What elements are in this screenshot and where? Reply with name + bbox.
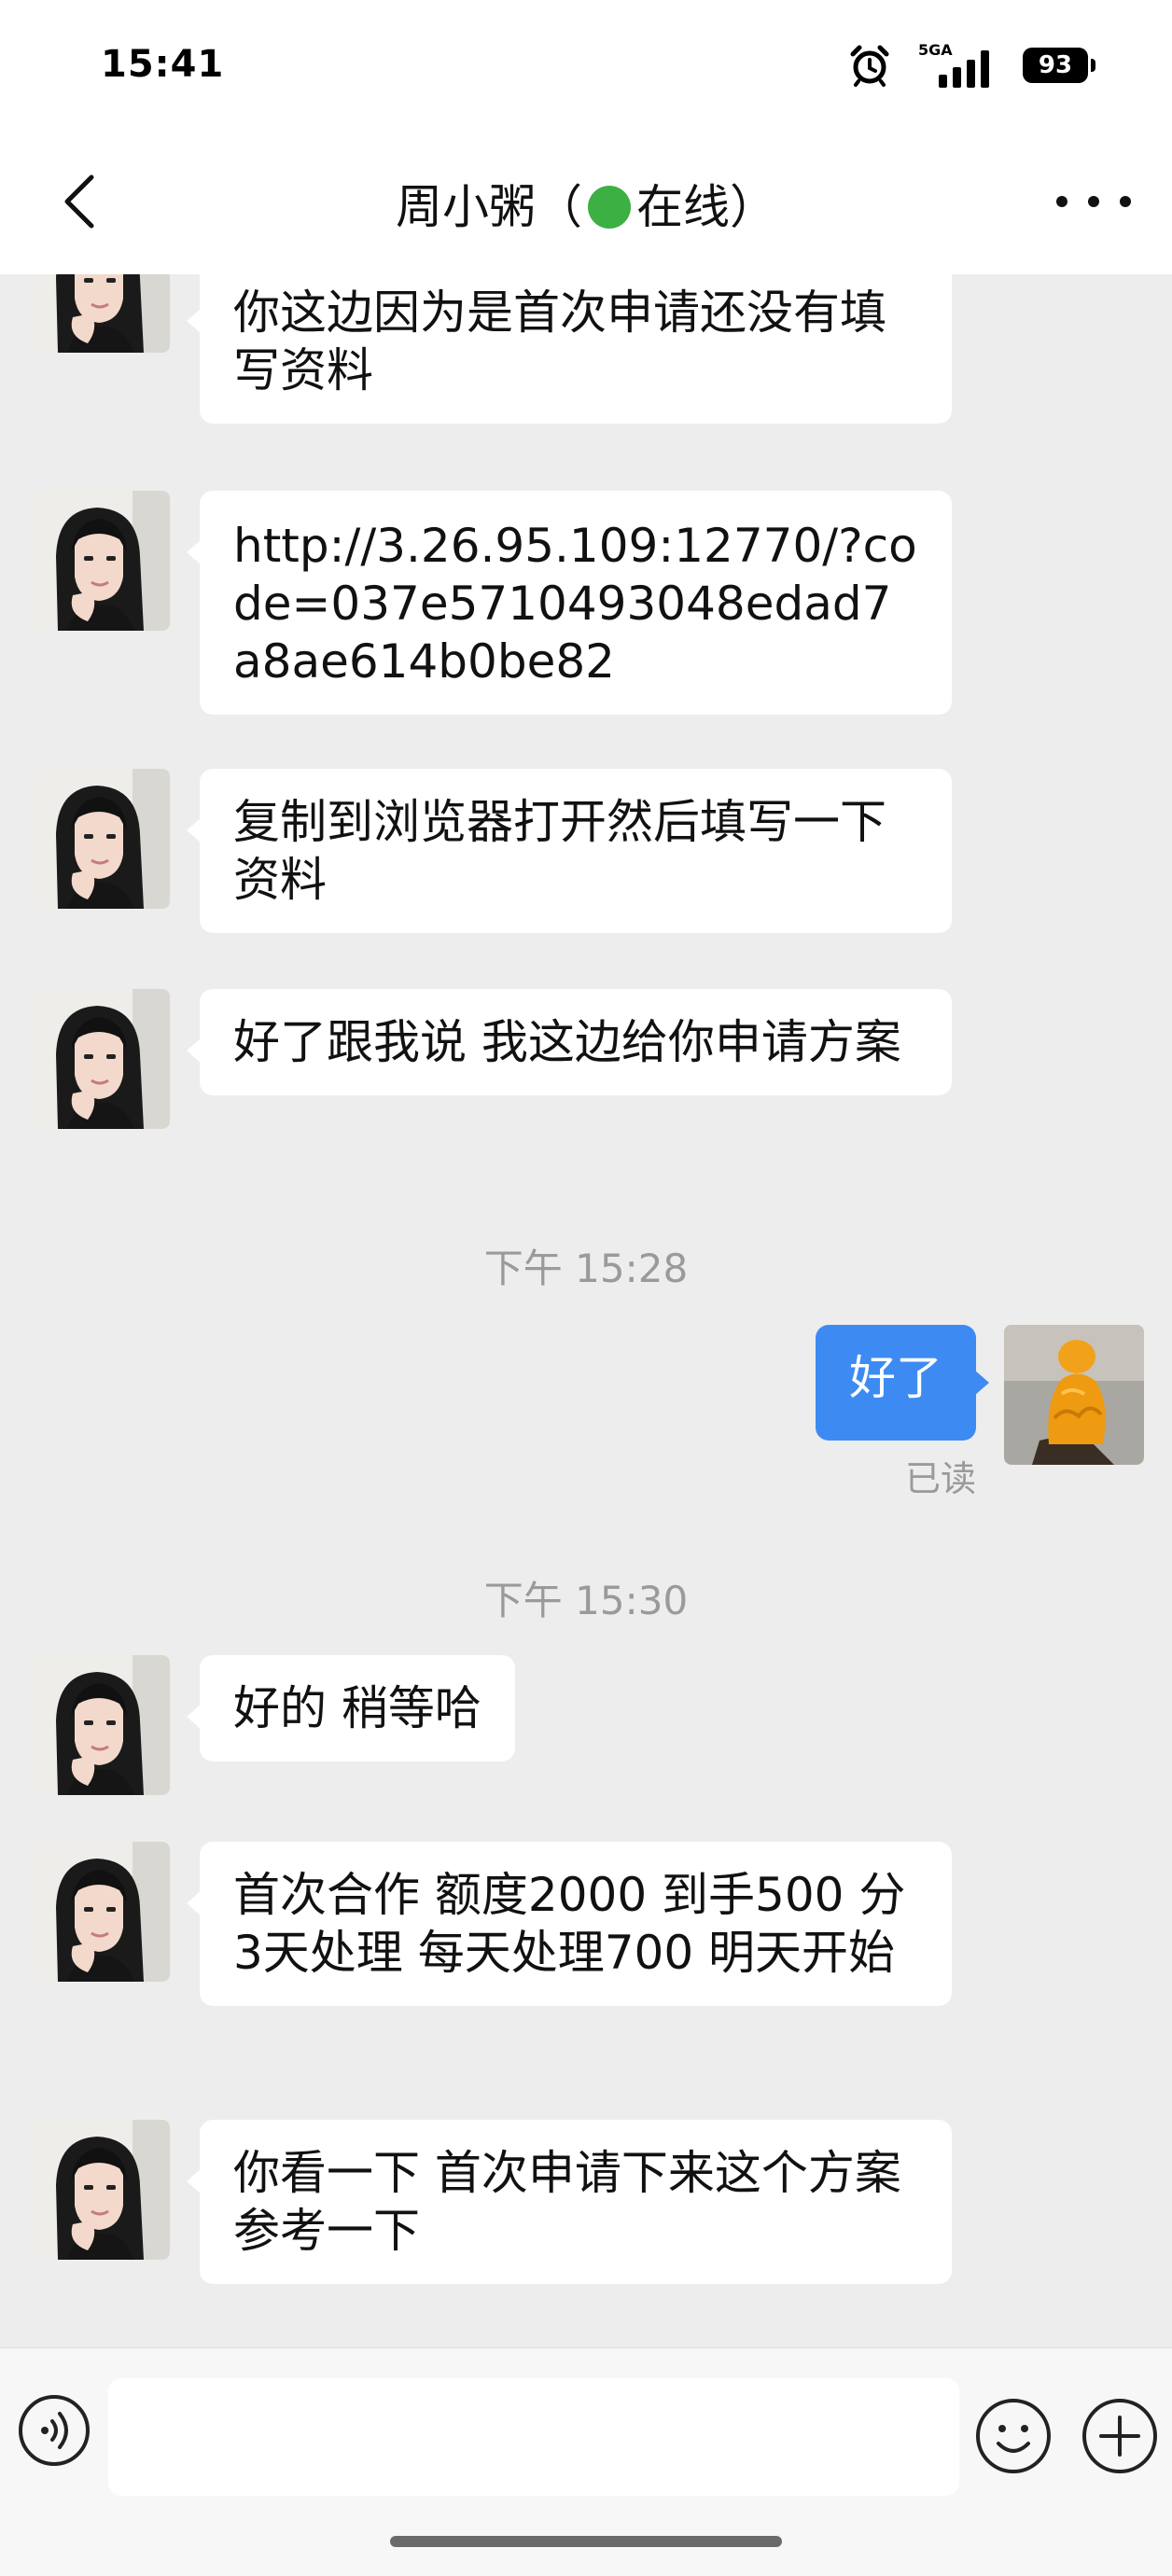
contact-avatar[interactable] — [30, 769, 170, 909]
read-status: 已读 — [904, 1458, 976, 1499]
signal-icon: 5GA — [918, 41, 997, 90]
message-timestamp: 下午 15:30 — [483, 1578, 689, 1623]
contact-avatar[interactable] — [30, 1842, 170, 1982]
contact-avatar[interactable] — [30, 491, 170, 631]
message-bubble[interactable]: http://3.26.95.109:12770/?code=037e57104… — [187, 491, 952, 715]
status-icons: 5GA 93 — [847, 37, 1095, 93]
message-bubble[interactable]: 好了跟我说 我这边给你申请方案 — [187, 989, 952, 1095]
contact-name: 周小粥（ — [396, 180, 582, 234]
status-bar: 15:41 5GA 93 — [0, 0, 1172, 131]
home-indicator[interactable] — [390, 2536, 782, 2547]
message-bubble[interactable]: 首次合作 额度2000 到手500 分3天处理 每天处理700 明天开始 — [187, 1842, 952, 2006]
message-bubble-self[interactable]: 好了 — [816, 1325, 989, 1441]
online-status-icon — [588, 186, 631, 229]
message-timestamp: 下午 15:28 — [483, 1246, 689, 1291]
more-icon[interactable] — [1056, 183, 1131, 220]
chat-title: 周小粥（ 在线） — [0, 170, 1172, 237]
chat-message-list[interactable]: 你这边因为是首次申请还没有填写资料 http://3.26.95.109:127… — [0, 274, 1172, 2347]
contact-avatar[interactable] — [30, 274, 170, 353]
contact-avatar[interactable] — [30, 989, 170, 1129]
alarm-icon — [850, 45, 889, 87]
emoji-icon[interactable] — [974, 2397, 1053, 2475]
contact-avatar[interactable] — [30, 2120, 170, 2260]
chat-header: 周小粥（ 在线） — [0, 131, 1172, 274]
status-time: 15:41 — [101, 43, 225, 86]
self-avatar[interactable] — [1004, 1325, 1144, 1465]
battery-level: 93 — [1038, 51, 1073, 79]
message-bubble[interactable]: 你看一下 首次申请下来这个方案 参考一下 — [187, 2120, 952, 2284]
message-bubble[interactable]: 你这边因为是首次申请还没有填写资料 — [187, 274, 952, 424]
message-bubble[interactable]: 复制到浏览器打开然后填写一下资料 — [187, 769, 952, 933]
online-status-label: 在线） — [636, 180, 776, 234]
contact-avatar[interactable] — [30, 1655, 170, 1795]
battery-icon: 93 — [1023, 48, 1095, 83]
voice-icon[interactable] — [17, 2393, 91, 2468]
plus-icon[interactable] — [1081, 2397, 1159, 2475]
message-bubble[interactable]: 好的 稍等哈 — [187, 1655, 515, 1761]
message-input[interactable] — [108, 2378, 959, 2496]
